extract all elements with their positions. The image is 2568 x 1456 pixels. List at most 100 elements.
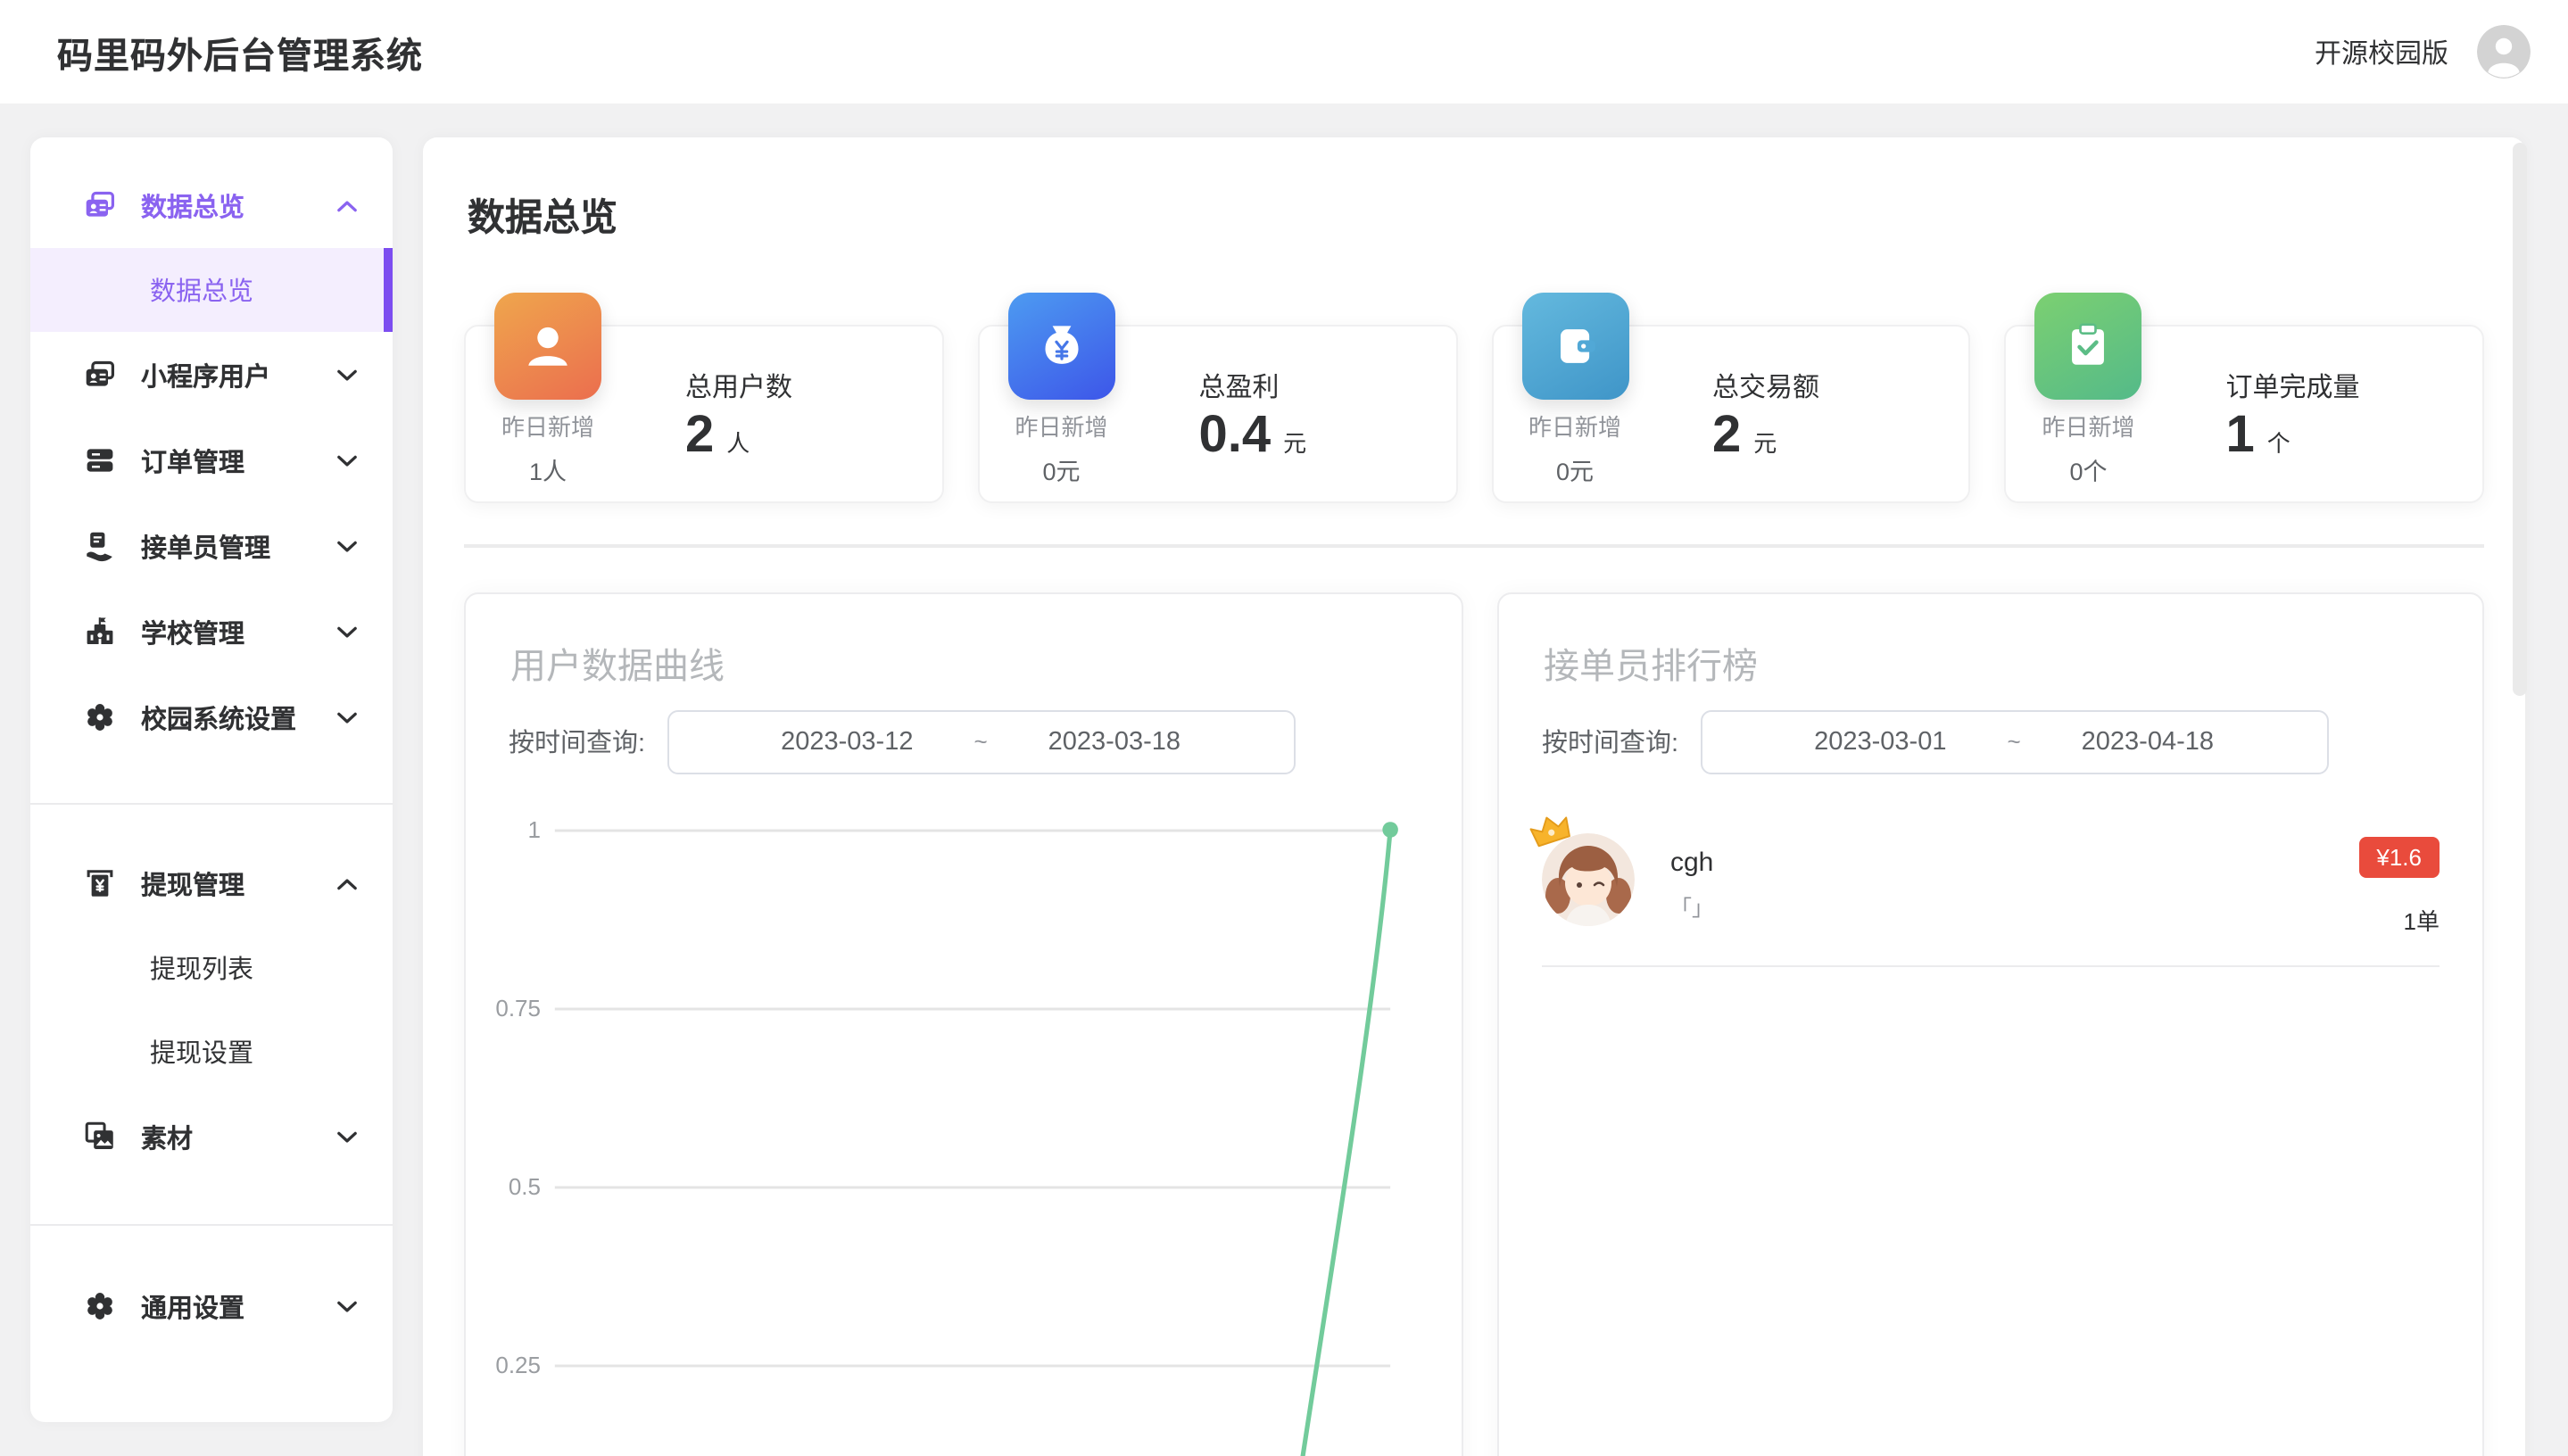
viewport: 码里码外后台管理系统 开源校园版 数据总览 bbox=[0, 0, 2568, 1456]
user-chart-panel: 用户数据曲线 按时间查询: 2023-03-12 ~ 2023-03-18 1 … bbox=[464, 592, 1463, 1456]
sidebar-item-media[interactable]: 素材 bbox=[30, 1094, 393, 1179]
chart-series-line bbox=[1295, 830, 1391, 1456]
wallet-icon bbox=[1545, 316, 1605, 376]
stat-label: 总交易额 bbox=[1712, 368, 1819, 405]
sidebar-item-label: 素材 bbox=[141, 1118, 193, 1155]
yesterday-block: 昨日新增 1人 bbox=[473, 409, 623, 487]
header: 码里码外后台管理系统 开源校园版 bbox=[0, 0, 2568, 103]
page-scrollbar[interactable] bbox=[2513, 143, 2527, 696]
stat-unit: 个 bbox=[2267, 430, 2290, 457]
rank-name: cgh bbox=[1670, 848, 1713, 878]
stat-value: 2人 bbox=[685, 407, 750, 466]
date-end: 2023-04-18 bbox=[2082, 727, 2214, 756]
stat-card-total-transactions: 昨日新增 0元 总交易额 2元 bbox=[1491, 325, 1971, 503]
section-divider bbox=[464, 544, 2484, 548]
stat-unit: 人 bbox=[726, 430, 750, 457]
panel-title: 用户数据曲线 bbox=[510, 637, 1419, 687]
chevron-down-icon bbox=[337, 1300, 357, 1312]
stat-card-completed-orders: 昨日新增 0个 订单完成量 1个 bbox=[2005, 325, 2485, 503]
sidebar-subitem-withdraw-list[interactable]: 提现列表 bbox=[30, 926, 393, 1010]
stat-label: 总盈利 bbox=[1199, 368, 1280, 405]
sidebar-item-withdraw-manage[interactable]: 提现管理 bbox=[30, 840, 393, 926]
rank-right: ¥1.6 1单 bbox=[2358, 833, 2440, 937]
sidebar-subitem-data-overview[interactable]: 数据总览 bbox=[30, 248, 393, 332]
chart-data-point bbox=[1382, 822, 1398, 838]
date-separator: ~ bbox=[2007, 728, 2020, 755]
query-row: 按时间查询: 2023-03-01 ~ 2023-04-18 bbox=[1542, 708, 2440, 774]
query-label: 按时间查询: bbox=[509, 723, 645, 760]
mini-program-users-icon bbox=[84, 359, 116, 391]
stat-icon-tile bbox=[1521, 293, 1628, 400]
girl-avatar-illustration bbox=[1542, 833, 1635, 926]
withdraw-icon bbox=[84, 867, 116, 899]
sidebar-item-miniprogram-users[interactable]: 小程序用户 bbox=[30, 332, 393, 418]
query-row: 按时间查询: 2023-03-12 ~ 2023-03-18 bbox=[509, 708, 1419, 774]
rank-order-count: 1单 bbox=[2358, 903, 2440, 937]
stat-unit: 元 bbox=[1283, 430, 1306, 457]
stat-card-total-profit: 昨日新增 0元 总盈利 0.4元 bbox=[978, 325, 1458, 503]
date-start: 2023-03-12 bbox=[781, 727, 913, 756]
sidebar-item-label: 提现管理 bbox=[141, 864, 244, 902]
school-icon bbox=[84, 616, 116, 648]
ranking-list-item: cgh 「」 ¥1.6 1单 bbox=[1542, 833, 2440, 967]
avatar-image bbox=[1542, 833, 1635, 926]
stat-label: 订单完成量 bbox=[2226, 368, 2360, 405]
main-panel: 数据总览 昨日新增 1人 总用户数 2人 bbox=[423, 137, 2525, 1456]
rank-avatar bbox=[1542, 833, 1635, 926]
yesterday-label: 昨日新增 bbox=[2014, 409, 2164, 443]
sidebar-item-label: 接单员管理 bbox=[141, 527, 270, 565]
chevron-down-icon bbox=[337, 540, 357, 552]
sidebar-divider bbox=[30, 803, 393, 805]
sidebar-subitem-label: 数据总览 bbox=[150, 271, 253, 309]
sidebar-item-orders[interactable]: 订单管理 bbox=[30, 418, 393, 503]
yesterday-value: 0元 bbox=[987, 451, 1137, 487]
stat-unit: 元 bbox=[1753, 430, 1777, 457]
yesterday-value: 0个 bbox=[2014, 451, 2164, 487]
rank-subtitle: 「」 bbox=[1670, 892, 1713, 922]
date-separator: ~ bbox=[973, 728, 987, 755]
chart-date-range-picker[interactable]: 2023-03-12 ~ 2023-03-18 bbox=[667, 709, 1295, 774]
user-line-chart: 1 0.75 0.5 0.25 bbox=[509, 799, 1419, 1456]
header-right: 开源校园版 bbox=[2315, 25, 2531, 79]
yesterday-label: 昨日新增 bbox=[1500, 409, 1650, 443]
stat-value: 2元 bbox=[1712, 407, 1777, 466]
sidebar-item-label: 通用设置 bbox=[141, 1287, 244, 1325]
sidebar-item-school-manage[interactable]: 学校管理 bbox=[30, 589, 393, 674]
user-avatar[interactable] bbox=[2477, 25, 2531, 79]
chevron-down-icon bbox=[337, 711, 357, 724]
rank-amount-badge: ¥1.6 bbox=[2358, 837, 2440, 878]
general-settings-icon bbox=[84, 1290, 116, 1322]
stat-icon-tile bbox=[1008, 293, 1115, 400]
stat-label: 总用户数 bbox=[685, 368, 792, 405]
sidebar: 数据总览 数据总览 小程序用户 bbox=[30, 137, 393, 1422]
data-overview-icon bbox=[84, 189, 116, 221]
chevron-down-icon bbox=[337, 1130, 357, 1143]
clipboard-check-icon bbox=[2059, 316, 2119, 376]
user-icon bbox=[518, 316, 578, 376]
sidebar-item-label: 小程序用户 bbox=[141, 356, 270, 393]
sidebar-item-general-settings[interactable]: 通用设置 bbox=[30, 1263, 393, 1349]
media-icon bbox=[84, 1121, 116, 1153]
sidebar-item-courier-manage[interactable]: 接单员管理 bbox=[30, 503, 393, 589]
yesterday-value: 0元 bbox=[1500, 451, 1650, 487]
query-label: 按时间查询: bbox=[1542, 723, 1678, 760]
stat-icon-tile bbox=[2035, 293, 2142, 400]
yesterday-block: 昨日新增 0个 bbox=[2014, 409, 2164, 487]
chevron-down-icon bbox=[337, 625, 357, 638]
yesterday-block: 昨日新增 0元 bbox=[1500, 409, 1650, 487]
stats-row: 昨日新增 1人 总用户数 2人 bbox=[464, 325, 2484, 503]
ranking-panel: 接单员排行榜 按时间查询: 2023-03-01 ~ 2023-04-18 bbox=[1497, 592, 2484, 1456]
app: 码里码外后台管理系统 开源校园版 数据总览 bbox=[0, 0, 2568, 1456]
sidebar-item-campus-settings[interactable]: 校园系统设置 bbox=[30, 674, 393, 760]
edition-label: 开源校园版 bbox=[2315, 33, 2448, 70]
yesterday-label: 昨日新增 bbox=[473, 409, 623, 443]
sidebar-subitem-withdraw-settings[interactable]: 提现设置 bbox=[30, 1010, 393, 1094]
chevron-up-icon bbox=[337, 877, 357, 889]
sidebar-item-label: 订单管理 bbox=[141, 442, 244, 479]
yesterday-label: 昨日新增 bbox=[987, 409, 1137, 443]
date-start: 2023-03-01 bbox=[1814, 727, 1946, 756]
sidebar-item-data-overview[interactable]: 数据总览 bbox=[30, 162, 393, 248]
sidebar-divider bbox=[30, 1224, 393, 1226]
ranking-date-range-picker[interactable]: 2023-03-01 ~ 2023-04-18 bbox=[1700, 709, 2328, 774]
chevron-up-icon bbox=[337, 199, 357, 211]
